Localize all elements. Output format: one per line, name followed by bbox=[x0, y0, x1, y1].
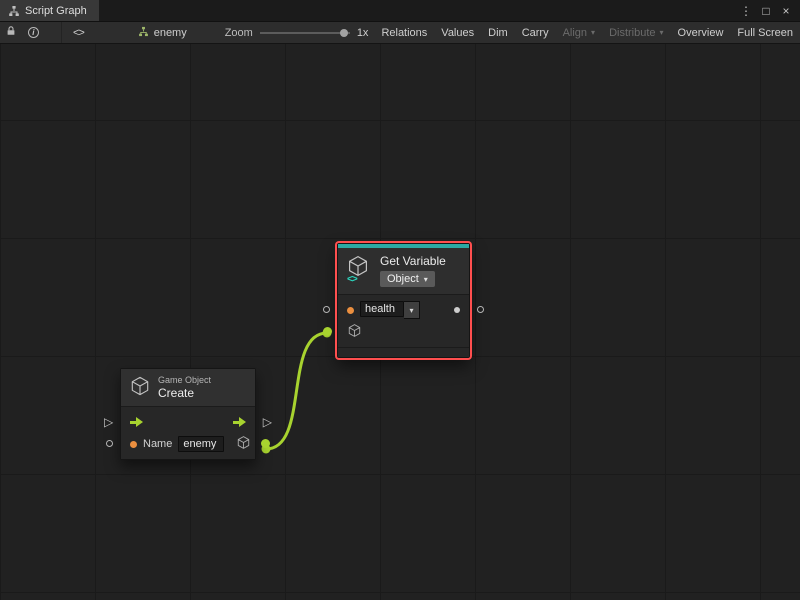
scope-label: Object bbox=[387, 273, 419, 285]
align-dropdown-button: Align ▾ bbox=[556, 22, 602, 43]
info-icon: i bbox=[28, 27, 39, 38]
value-output-dot-icon bbox=[454, 307, 460, 313]
toolbar-spacer bbox=[95, 22, 132, 43]
object-input-port[interactable] bbox=[323, 327, 332, 336]
object-target-cube-icon bbox=[347, 323, 362, 341]
flow-input-port[interactable]: ▷ bbox=[104, 414, 113, 430]
tab-script-graph[interactable]: Script Graph bbox=[0, 0, 99, 21]
flow-out-arrow-icon bbox=[233, 417, 246, 427]
toolbar-button-group: Relations Values Dim Carry Align ▾ Distri… bbox=[374, 22, 800, 43]
close-button[interactable]: × bbox=[777, 2, 795, 20]
toolbar-spacer bbox=[45, 22, 62, 43]
button-label: Distribute bbox=[609, 27, 655, 39]
toolbar-spacer bbox=[193, 22, 219, 43]
code-view-button[interactable]: <> bbox=[61, 22, 94, 43]
lock-button[interactable] bbox=[0, 22, 22, 43]
node-game-object-create[interactable]: Game Object Create ▷ ▷ Name bbox=[120, 368, 256, 460]
distribute-dropdown-button: Distribute ▾ bbox=[602, 22, 670, 43]
name-port-row: Name bbox=[121, 433, 255, 455]
node-get-variable[interactable]: <> Get Variable Object ▾ ▾ bbox=[337, 243, 470, 358]
flow-in-arrow-icon bbox=[130, 417, 143, 427]
relations-button[interactable]: Relations bbox=[374, 22, 434, 43]
variable-name-field: ▾ bbox=[360, 301, 420, 319]
button-label: Carry bbox=[522, 27, 549, 39]
tab-title: Script Graph bbox=[25, 5, 87, 17]
script-graph-icon bbox=[8, 5, 20, 17]
values-button[interactable]: Values bbox=[434, 22, 481, 43]
button-label: Values bbox=[441, 27, 474, 39]
graph-name: enemy bbox=[154, 27, 187, 39]
window-controls: ⋮ □ × bbox=[737, 0, 800, 21]
chevron-down-icon: ▾ bbox=[660, 28, 664, 37]
dim-button[interactable]: Dim bbox=[481, 22, 515, 43]
node-category: Game Object bbox=[158, 375, 211, 385]
zoom-value: 1x bbox=[357, 27, 369, 39]
button-label: Full Screen bbox=[737, 27, 793, 39]
node-titles: Game Object Create bbox=[158, 375, 211, 400]
name-input-port[interactable] bbox=[323, 306, 330, 313]
node-title: Get Variable bbox=[380, 254, 446, 268]
code-icon: <> bbox=[73, 27, 84, 39]
get-variable-icon: <> bbox=[346, 254, 372, 282]
graph-breadcrumb[interactable]: enemy bbox=[132, 22, 193, 43]
wire-create-to-get-variable[interactable] bbox=[266, 333, 327, 449]
value-dot-icon bbox=[347, 307, 354, 314]
chevron-down-icon: ▾ bbox=[409, 306, 413, 315]
zoom-controls: Zoom 1x bbox=[219, 22, 375, 43]
game-object-output-icon bbox=[236, 435, 251, 453]
chevron-down-icon: ▾ bbox=[591, 28, 595, 37]
lock-icon bbox=[5, 25, 17, 40]
chevron-down-icon: ▾ bbox=[424, 275, 428, 284]
node-titles: Get Variable Object ▾ bbox=[380, 254, 446, 287]
value-output-port[interactable] bbox=[477, 306, 484, 313]
full-screen-button[interactable]: Full Screen bbox=[730, 22, 800, 43]
variable-scope-dropdown[interactable]: Object ▾ bbox=[380, 271, 435, 287]
zoom-slider[interactable] bbox=[260, 22, 350, 43]
variable-name-row: ▾ bbox=[338, 299, 469, 321]
name-port-label: Name bbox=[143, 438, 172, 450]
button-label: Dim bbox=[488, 27, 508, 39]
variable-name-dropdown-button[interactable]: ▾ bbox=[404, 301, 420, 319]
button-label: Overview bbox=[678, 27, 724, 39]
name-input[interactable] bbox=[178, 436, 224, 452]
button-label: Align bbox=[563, 27, 587, 39]
flow-port-row: ▷ ▷ bbox=[121, 411, 255, 433]
variable-name-input[interactable] bbox=[360, 301, 404, 317]
info-button[interactable]: i bbox=[22, 22, 44, 43]
flow-output-port[interactable]: ▷ bbox=[263, 414, 272, 430]
node-body: ▾ bbox=[338, 294, 469, 347]
graph-toolbar: i <> enemy Zoom 1x Relations Values Dim … bbox=[0, 22, 800, 44]
overview-button[interactable]: Overview bbox=[671, 22, 731, 43]
game-object-output-port[interactable] bbox=[261, 439, 270, 448]
object-target-row bbox=[338, 321, 469, 343]
zoom-label: Zoom bbox=[225, 27, 253, 39]
node-title: Create bbox=[158, 386, 211, 400]
game-object-cube-icon bbox=[129, 375, 151, 400]
button-label: Relations bbox=[381, 27, 427, 39]
node-footer bbox=[338, 347, 469, 357]
node-header: Game Object Create bbox=[121, 369, 255, 406]
node-header: <> Get Variable Object ▾ bbox=[338, 248, 469, 294]
window-menu-button[interactable]: ⋮ bbox=[737, 2, 755, 20]
value-dot-icon bbox=[130, 441, 137, 448]
zoom-slider-handle[interactable] bbox=[340, 29, 348, 37]
code-badge-icon: <> bbox=[347, 274, 357, 285]
node-body: ▷ ▷ Name bbox=[121, 406, 255, 459]
graph-canvas[interactable]: Game Object Create ▷ ▷ Name bbox=[0, 44, 800, 600]
carry-button[interactable]: Carry bbox=[515, 22, 556, 43]
title-bar: Script Graph ⋮ □ × bbox=[0, 0, 800, 22]
script-graph-window: Script Graph ⋮ □ × i <> enemy bbox=[0, 0, 800, 600]
maximize-button[interactable]: □ bbox=[757, 2, 775, 20]
graph-asset-icon bbox=[138, 26, 149, 40]
name-input-port[interactable] bbox=[106, 440, 113, 447]
